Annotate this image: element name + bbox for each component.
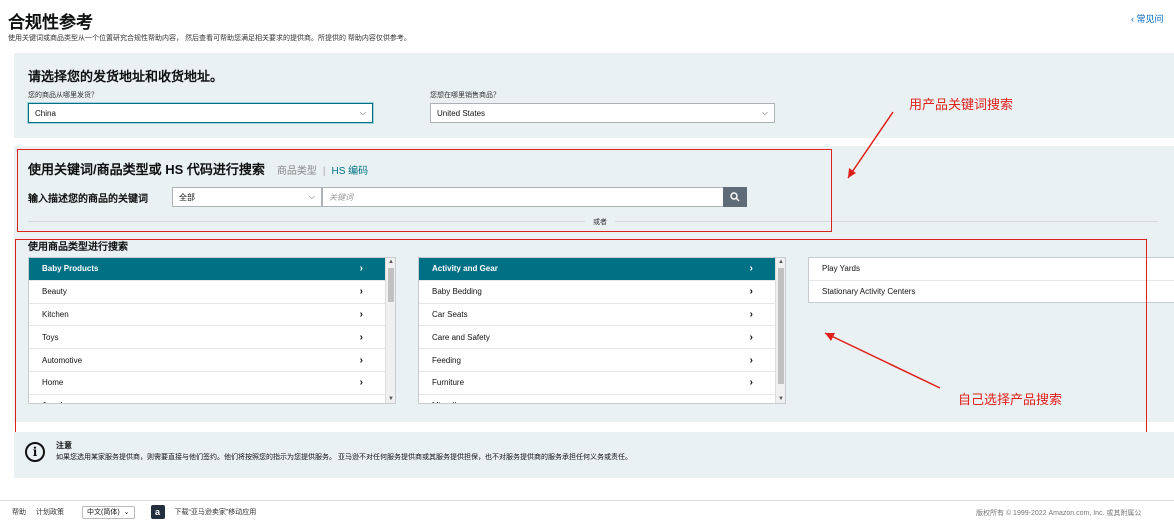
help-link[interactable]: 帮助 [12, 507, 26, 517]
language-value: 中文(简体) [87, 509, 120, 516]
annotation-self-select: 自己选择产品搜索 [958, 392, 1063, 407]
annotation-keyword-search: 用产品关键词搜索 [909, 97, 1014, 112]
notice-title: 注意 [56, 441, 72, 450]
app-download-link[interactable]: 下载“亚马逊卖家”移动应用 [175, 507, 257, 517]
notice-text: 如果您选用某家服务提供商，则需要直接与他们签约。他们将按照您的指示为您提供服务。… [56, 454, 632, 461]
chevron-down-icon: ⌄ [123, 509, 130, 516]
language-select[interactable]: 中文(简体) ⌄ [82, 505, 135, 519]
policies-link[interactable]: 计划政策 [36, 507, 64, 517]
info-icon: i [25, 442, 45, 462]
arrow-line-keyword [847, 111, 894, 179]
arrowhead-keyword [848, 168, 856, 178]
amazon-app-icon[interactable]: a [150, 505, 165, 519]
copyright: 版权所有 © 1999-2022 Amazon.com, Inc. 或其附属公 [976, 510, 1142, 517]
arrow-line-browse [824, 332, 941, 389]
footer-links: 帮助 计划政策 中文(简体) ⌄ a 下载“亚马逊卖家”移动应用 [12, 505, 256, 519]
